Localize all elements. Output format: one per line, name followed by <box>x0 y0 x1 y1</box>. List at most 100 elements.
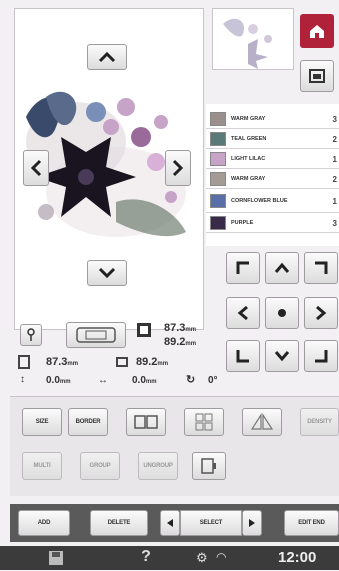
grid-icon <box>195 413 213 431</box>
ungroup-button[interactable]: UNGROUP <box>138 452 178 480</box>
design-thumbnail <box>212 8 294 70</box>
color-number: 3 <box>332 114 337 124</box>
density-button[interactable]: DENSITY <box>300 408 339 436</box>
scroll-left-button[interactable] <box>23 150 49 186</box>
group-button[interactable]: GROUP <box>80 452 120 480</box>
frame-button[interactable] <box>66 322 126 348</box>
height-icon <box>116 357 128 367</box>
color-number: 2 <box>332 134 337 144</box>
offset-x: 0.0mm <box>132 375 157 386</box>
size-width-value: 87.3 <box>164 322 186 334</box>
help-button[interactable]: ? <box>138 548 154 568</box>
key-icon <box>27 328 35 341</box>
position-x: 87.3mm <box>46 356 78 368</box>
color-swatch <box>210 152 226 166</box>
color-swatch <box>210 172 226 186</box>
position-x-value: 87.3 <box>46 356 68 368</box>
mirror-button[interactable] <box>242 408 282 436</box>
save-icon[interactable] <box>48 550 64 566</box>
home-button[interactable] <box>300 14 334 48</box>
color-swatch <box>210 132 226 146</box>
corner-down-left-icon <box>236 350 249 363</box>
color-row[interactable]: CORNFLOWER BLUE 1 <box>206 190 339 213</box>
move-up-left-button[interactable] <box>226 252 260 284</box>
corner-up-left-icon <box>236 261 249 274</box>
corner-down-right-icon <box>315 350 328 363</box>
color-row[interactable]: TEAL GREEN 2 <box>206 130 339 149</box>
chevron-up-icon <box>274 262 290 273</box>
color-name: LIGHT LILAC <box>231 156 266 162</box>
home-icon <box>310 25 324 38</box>
color-name: CORNFLOWER BLUE <box>231 198 288 204</box>
key-button[interactable] <box>20 324 42 346</box>
scroll-right-button[interactable] <box>165 150 191 186</box>
move-left-button[interactable] <box>226 297 260 329</box>
chevron-down-icon <box>274 351 290 362</box>
select-label: SELECT <box>180 510 242 536</box>
position-y-unit: mm <box>157 361 169 367</box>
window-button[interactable] <box>300 60 334 92</box>
color-swatch <box>210 112 226 126</box>
border-button[interactable]: BORDER <box>68 408 108 436</box>
move-down-button[interactable] <box>265 340 299 372</box>
mirror-icon <box>250 413 274 430</box>
offset-x-unit: mm <box>145 379 157 385</box>
move-down-left-button[interactable] <box>226 340 260 372</box>
center-button[interactable] <box>265 297 299 329</box>
offset-x-value: 0.0 <box>132 375 146 386</box>
color-row[interactable]: WARM GRAY 2 <box>206 170 339 189</box>
frame-icon <box>76 327 116 343</box>
clock-time: 12:00 <box>278 549 317 566</box>
corner-up-right-icon <box>315 261 328 274</box>
window-icon <box>309 69 325 83</box>
triangle-left-icon <box>167 519 173 527</box>
chevron-right-icon <box>316 305 327 321</box>
frame-layout-button[interactable] <box>192 452 226 480</box>
color-row[interactable]: WARM GRAY 3 <box>206 110 339 129</box>
position-icon <box>18 355 30 369</box>
offset-y-value: 0.0 <box>46 375 60 386</box>
position-y-value: 89.2 <box>136 356 158 368</box>
size-icon <box>136 322 152 338</box>
color-number: 1 <box>332 154 337 164</box>
settings-icon[interactable]: ⚙ <box>196 550 212 566</box>
size-height-value: 89.2 <box>164 336 186 348</box>
scroll-up-button[interactable] <box>87 44 127 70</box>
rotate-icon: ↻ <box>186 374 196 386</box>
select-prev-button[interactable] <box>160 510 180 536</box>
offset-y-unit: mm <box>59 379 71 385</box>
size-height-unit: mm <box>185 341 197 347</box>
delete-button[interactable]: DELETE <box>90 510 148 536</box>
color-swatch <box>210 194 226 208</box>
scroll-down-button[interactable] <box>87 260 127 286</box>
size-button[interactable]: SIZE <box>22 408 62 436</box>
position-x-unit: mm <box>67 361 79 367</box>
chevron-left-icon <box>30 159 42 177</box>
angle: 0° <box>208 375 218 386</box>
offset-y: 0.0mm <box>46 375 71 386</box>
move-right-button[interactable] <box>304 297 338 329</box>
size-width-unit: mm <box>185 327 197 333</box>
select-next-button[interactable] <box>242 510 262 536</box>
array-button[interactable] <box>184 408 224 436</box>
color-row[interactable]: LIGHT LILAC 1 <box>206 150 339 169</box>
color-row[interactable]: PURPLE 3 <box>206 214 339 233</box>
move-up-right-button[interactable] <box>304 252 338 284</box>
color-name: PURPLE <box>231 220 254 226</box>
multi-button[interactable]: MULTI <box>22 452 62 480</box>
triangle-right-icon <box>249 519 255 527</box>
center-dot-icon <box>278 309 286 317</box>
move-down-right-button[interactable] <box>304 340 338 372</box>
color-number: 2 <box>332 174 337 184</box>
move-up-button[interactable] <box>265 252 299 284</box>
add-button[interactable]: ADD <box>18 510 70 536</box>
size-height: 89.2mm <box>164 336 196 348</box>
chevron-left-icon <box>237 305 248 321</box>
combine-button[interactable] <box>126 408 166 436</box>
wifi-icon: ◠ <box>216 550 227 564</box>
horizontal-offset-icon: ↔ <box>98 375 108 386</box>
color-name: TEAL GREEN <box>231 136 267 142</box>
color-number: 1 <box>332 196 337 206</box>
color-name: WARM GRAY <box>231 176 266 182</box>
edit-end-button[interactable]: EDIT END <box>284 510 339 536</box>
